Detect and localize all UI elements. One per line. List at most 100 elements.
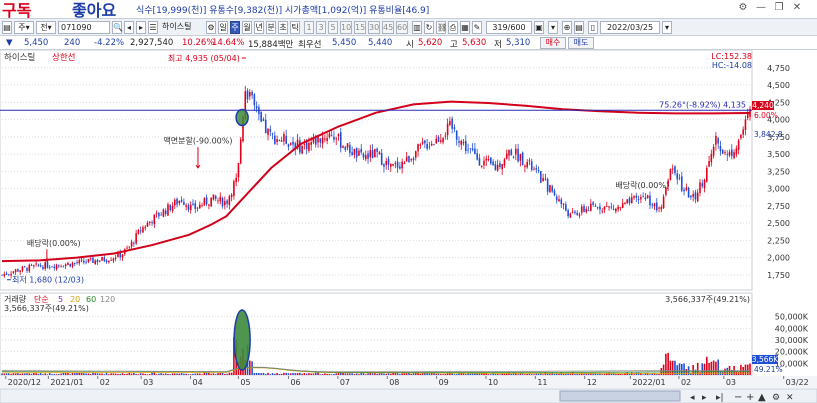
volume-bar — [296, 372, 299, 375]
volume-bar — [19, 373, 21, 375]
print-icon[interactable]: ⎙ — [448, 21, 458, 34]
scrollbar-thumb[interactable] — [559, 390, 681, 402]
market-info-line: 식수[19,999(천)] 유통수[9,382(천)] 시가총액[1,092(억… — [136, 6, 430, 16]
volume-tick-label: 30,000K — [775, 336, 809, 345]
date-input[interactable]: 2022/03/25 — [600, 21, 660, 34]
candle-body — [376, 148, 378, 152]
tool-icon[interactable]: ✎ — [472, 21, 482, 34]
list-icon[interactable]: ☰ — [148, 21, 158, 34]
view-select[interactable]: 주▾ — [14, 21, 34, 34]
scroll-end-icon[interactable]: ▸| — [716, 393, 724, 403]
chart-type-icon[interactable]: ▥ — [412, 21, 422, 34]
interval-45[interactable]: 45 — [382, 21, 394, 34]
volume-bar — [337, 373, 340, 375]
scroll-left-icon[interactable]: ◂ — [690, 393, 695, 403]
volume-bar — [98, 373, 101, 375]
price-tag: 4,240 — [752, 101, 774, 110]
candle-body — [28, 264, 31, 272]
candle-body — [264, 119, 267, 133]
period-tick[interactable]: 틱 — [290, 21, 300, 34]
menu-icon[interactable]: ▤ — [2, 21, 12, 34]
close-icon[interactable]: ✕ — [790, 2, 804, 14]
volume-bar — [101, 373, 103, 375]
fit-icon[interactable]: ▲ — [758, 392, 766, 403]
interval-1[interactable]: 1 — [304, 21, 314, 34]
mode-select[interactable]: 전▾ — [36, 21, 56, 34]
link-icon[interactable]: ⛓ — [436, 21, 447, 34]
candle-body — [649, 195, 651, 206]
volume-bar — [55, 374, 58, 375]
candle-body — [746, 114, 749, 119]
interval-10[interactable]: 10 — [340, 21, 352, 34]
minimize-icon[interactable]: — — [754, 2, 768, 14]
chart-close-icon[interactable]: ✕ — [786, 393, 794, 403]
chevron-down-icon[interactable]: ▾ — [548, 21, 558, 34]
zoom-out-icon[interactable]: − — [734, 392, 742, 403]
candle-body — [674, 166, 676, 174]
interval-30[interactable]: 30 — [368, 21, 380, 34]
stock-code-input[interactable]: 071090 — [58, 21, 110, 34]
period-year[interactable]: 년 — [254, 21, 264, 34]
date-picker-icon[interactable]: ▾ — [662, 21, 672, 34]
search-icon[interactable]: 🔍 — [112, 21, 123, 34]
lock-icon[interactable]: ▯ — [588, 21, 598, 34]
period-week[interactable]: 주 — [230, 21, 240, 34]
candle-body — [530, 161, 533, 170]
layout-icon[interactable]: ▤ — [574, 21, 584, 34]
candle-body — [283, 134, 285, 142]
calendar-icon[interactable]: ▣ — [534, 21, 544, 34]
candle-body — [635, 195, 638, 198]
scroll-right-icon[interactable]: ▸ — [702, 393, 707, 403]
sell-button[interactable]: 매도 — [568, 37, 594, 49]
candle-body — [360, 148, 363, 153]
volume-bar — [112, 373, 115, 375]
grid-icon[interactable]: ▦ — [460, 21, 470, 34]
chart-settings-icon[interactable]: ⚙ — [772, 393, 780, 403]
candle-counter[interactable]: 319/600 — [486, 21, 532, 34]
candle-body — [735, 148, 738, 155]
next-stock-icon[interactable]: ▸ — [136, 21, 146, 34]
volume-bar — [178, 373, 181, 375]
prev-stock-icon[interactable]: ◂ — [124, 21, 134, 34]
x-tick-label: 08 — [389, 378, 399, 387]
restore-icon[interactable]: ❐ — [772, 2, 786, 14]
candle-body — [303, 143, 306, 145]
volume-ma-60: 60 — [86, 295, 96, 304]
volume-bar — [169, 374, 172, 375]
volume-bar — [89, 374, 92, 375]
interval-5[interactable]: 5 — [328, 21, 338, 34]
gear-small-icon[interactable]: ⚙ — [206, 21, 216, 34]
interval-15[interactable]: 15 — [354, 21, 366, 34]
candle-body — [310, 142, 313, 145]
candle-body — [492, 161, 494, 166]
trade-amount: 15,884백만 — [248, 40, 294, 50]
period-minute[interactable]: 분 — [266, 21, 276, 34]
candle-body — [401, 161, 403, 169]
period-day[interactable]: 일 — [218, 21, 228, 34]
volume-bar — [64, 373, 67, 375]
candle-body — [346, 143, 349, 148]
candle-body — [353, 148, 356, 155]
buy-button[interactable]: 매수 — [540, 37, 566, 49]
volume-bar — [162, 373, 165, 375]
candle-body — [590, 203, 592, 211]
settings-icon[interactable]: ⚙ — [736, 2, 750, 14]
interval-3[interactable]: 3 — [316, 21, 326, 34]
volume-bar — [153, 372, 156, 375]
period-month[interactable]: 월 — [242, 21, 252, 34]
chart-area[interactable]: 하이스틸 상한선 LC:152.38 HC:-14.08 최고 4,935 (0… — [0, 50, 817, 403]
candle-body — [55, 264, 58, 270]
zoom-icon[interactable]: ⊕ — [562, 21, 572, 34]
period-second[interactable]: 초 — [278, 21, 288, 34]
candle-body — [230, 194, 233, 198]
candle-body — [433, 143, 435, 145]
side-tag: 3,842.8 — [754, 130, 783, 139]
candle-body — [560, 199, 563, 205]
reload-icon[interactable]: ↻ — [424, 21, 434, 34]
zoom-in-icon[interactable]: + — [746, 392, 754, 403]
volume-bar — [62, 372, 65, 375]
candle-body — [105, 260, 108, 263]
interval-60[interactable]: 60 — [396, 21, 408, 34]
volume-bar — [137, 374, 140, 375]
volume-bar — [453, 374, 456, 375]
